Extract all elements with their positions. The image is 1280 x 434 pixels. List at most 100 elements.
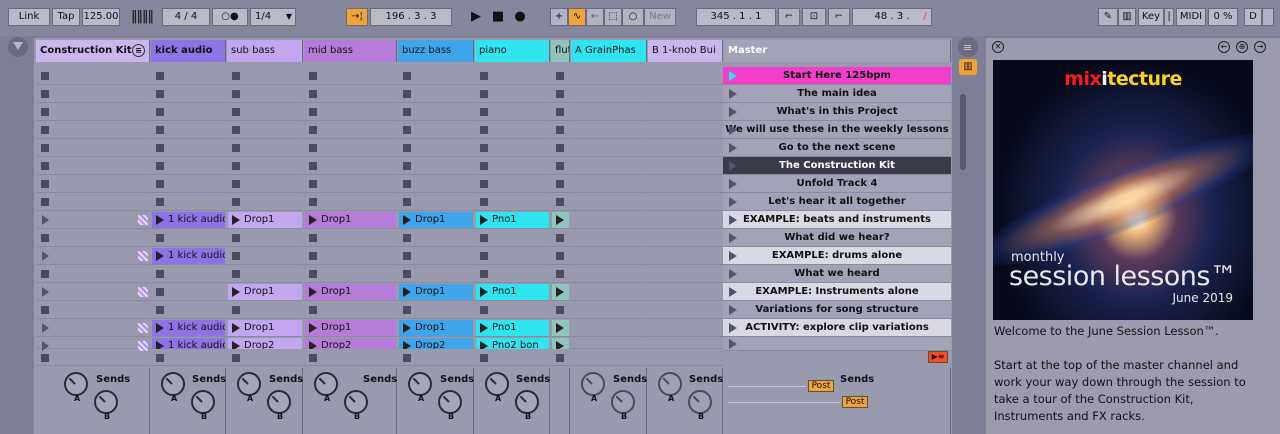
- tempo-field[interactable]: 125.00: [82, 8, 120, 26]
- clip-slot[interactable]: Pno2 bon: [475, 337, 550, 349]
- clip-stop-icon[interactable]: [403, 306, 411, 314]
- clip-slot[interactable]: [475, 157, 550, 175]
- send-b-knob[interactable]: [515, 390, 539, 414]
- stop-track-icon[interactable]: [556, 354, 564, 362]
- launch-icon[interactable]: [42, 287, 49, 297]
- scene-launch-1[interactable]: The main idea: [723, 85, 951, 103]
- clip-slot[interactable]: [151, 85, 226, 103]
- clip-slot[interactable]: [648, 247, 723, 265]
- clip-slot[interactable]: [475, 121, 550, 139]
- clip[interactable]: 1 kick audio: [152, 212, 225, 228]
- clip-slot[interactable]: [36, 103, 150, 121]
- loop-start-field[interactable]: 345 . 1 . 1: [696, 8, 776, 26]
- clip[interactable]: Drop1: [399, 320, 473, 336]
- clip-slot[interactable]: [151, 67, 226, 85]
- send-b-knob[interactable]: [191, 390, 215, 414]
- clip-slot[interactable]: [304, 265, 397, 283]
- post-b-button[interactable]: Post: [842, 396, 868, 408]
- new-clip-button[interactable]: New: [644, 8, 676, 26]
- clip-stop-icon[interactable]: [156, 162, 164, 170]
- clip-slot[interactable]: [551, 193, 570, 211]
- clip-slot[interactable]: [36, 121, 150, 139]
- clip-stop-icon[interactable]: [232, 198, 240, 206]
- clip-slot[interactable]: [227, 157, 303, 175]
- clip-stop-icon[interactable]: [41, 198, 49, 206]
- clip-slot[interactable]: [571, 337, 647, 349]
- clip-stop-icon[interactable]: [556, 270, 564, 278]
- clip-slot[interactable]: [304, 229, 397, 247]
- scene-launch-icon[interactable]: [729, 269, 737, 279]
- loop-icon[interactable]: ⬚: [604, 8, 622, 26]
- send-a-knob[interactable]: [485, 372, 509, 396]
- clip-slot[interactable]: [304, 301, 397, 319]
- send-a-knob[interactable]: [237, 372, 261, 396]
- clip-slot[interactable]: [36, 301, 150, 319]
- clip[interactable]: Drop1: [399, 284, 473, 300]
- clip-slot[interactable]: [475, 175, 550, 193]
- scene-launch-icon[interactable]: [729, 305, 737, 315]
- clip-slot[interactable]: [475, 139, 550, 157]
- clip-slot[interactable]: Drop1: [398, 283, 474, 301]
- scene-launch-12[interactable]: EXAMPLE: Instruments alone: [723, 283, 951, 301]
- clip-slot[interactable]: Drop2: [398, 337, 474, 349]
- clip-stop-icon[interactable]: [309, 72, 317, 80]
- clip-slot[interactable]: [36, 229, 150, 247]
- clip-stop-icon[interactable]: [232, 252, 240, 260]
- clip-slot[interactable]: [398, 121, 474, 139]
- clip[interactable]: Drop1: [305, 284, 396, 300]
- clip-stop-icon[interactable]: [556, 108, 564, 116]
- clip-slot[interactable]: [227, 247, 303, 265]
- clip-stop-icon[interactable]: [480, 234, 488, 242]
- clip[interactable]: Drop2: [228, 338, 302, 349]
- clip-slot[interactable]: Drop1: [304, 211, 397, 229]
- scene-launch-icon[interactable]: [729, 71, 737, 81]
- track-header-sub-bass[interactable]: sub bass: [227, 40, 303, 62]
- clip-slot[interactable]: [475, 265, 550, 283]
- post-a-button[interactable]: Post: [808, 380, 834, 392]
- clip-slot[interactable]: [571, 283, 647, 301]
- clip-slot[interactable]: [648, 157, 723, 175]
- clip-slot[interactable]: [648, 229, 723, 247]
- clip-slot[interactable]: [571, 247, 647, 265]
- clip-slot[interactable]: [648, 85, 723, 103]
- clip-stop-icon[interactable]: [480, 126, 488, 134]
- clip-slot[interactable]: [398, 229, 474, 247]
- scene-launch-icon[interactable]: [729, 179, 737, 189]
- clip-slot[interactable]: [227, 229, 303, 247]
- clip-slot[interactable]: [151, 103, 226, 121]
- clip-stop-icon[interactable]: [156, 306, 164, 314]
- clip-slot[interactable]: Drop1: [227, 211, 303, 229]
- clip[interactable]: Drop1: [228, 284, 302, 300]
- send-a-knob[interactable]: [658, 372, 682, 396]
- quantize-dropdown[interactable]: 1/4 ▼: [250, 8, 296, 26]
- clip-stop-icon[interactable]: [309, 198, 317, 206]
- send-a-knob[interactable]: [64, 372, 88, 396]
- clip-slot[interactable]: [304, 103, 397, 121]
- clip-slot[interactable]: [227, 265, 303, 283]
- clip-stop-icon[interactable]: [403, 234, 411, 242]
- stop-track-icon[interactable]: [309, 354, 317, 362]
- clip-stop-icon[interactable]: [309, 108, 317, 116]
- clip-slot[interactable]: [36, 247, 150, 265]
- clip-stop-icon[interactable]: [480, 252, 488, 260]
- clip-slot[interactable]: [571, 301, 647, 319]
- track-header-master[interactable]: Master: [724, 40, 951, 62]
- clip-slot[interactable]: 1 kick audio: [151, 247, 226, 265]
- clip-slot[interactable]: [475, 229, 550, 247]
- forward-icon[interactable]: →: [1254, 41, 1266, 53]
- clip-stop-icon[interactable]: [309, 90, 317, 98]
- clip-slot[interactable]: [648, 139, 723, 157]
- clip[interactable]: [552, 320, 569, 336]
- launch-icon[interactable]: [42, 251, 49, 261]
- clip-stop-icon[interactable]: [480, 72, 488, 80]
- clip-slot[interactable]: [36, 67, 150, 85]
- send-b-knob[interactable]: [267, 390, 291, 414]
- browser-toggle-icon[interactable]: [8, 37, 28, 57]
- clip-slot[interactable]: [475, 85, 550, 103]
- clip-stop-icon[interactable]: [403, 270, 411, 278]
- clip-slot[interactable]: [36, 157, 150, 175]
- scene-launch-14[interactable]: ACTIVITY: explore clip variations: [723, 319, 951, 337]
- clip-stop-icon[interactable]: [556, 126, 564, 134]
- clip-slot[interactable]: Drop1: [227, 283, 303, 301]
- scene-launch-11[interactable]: What we heard: [723, 265, 951, 283]
